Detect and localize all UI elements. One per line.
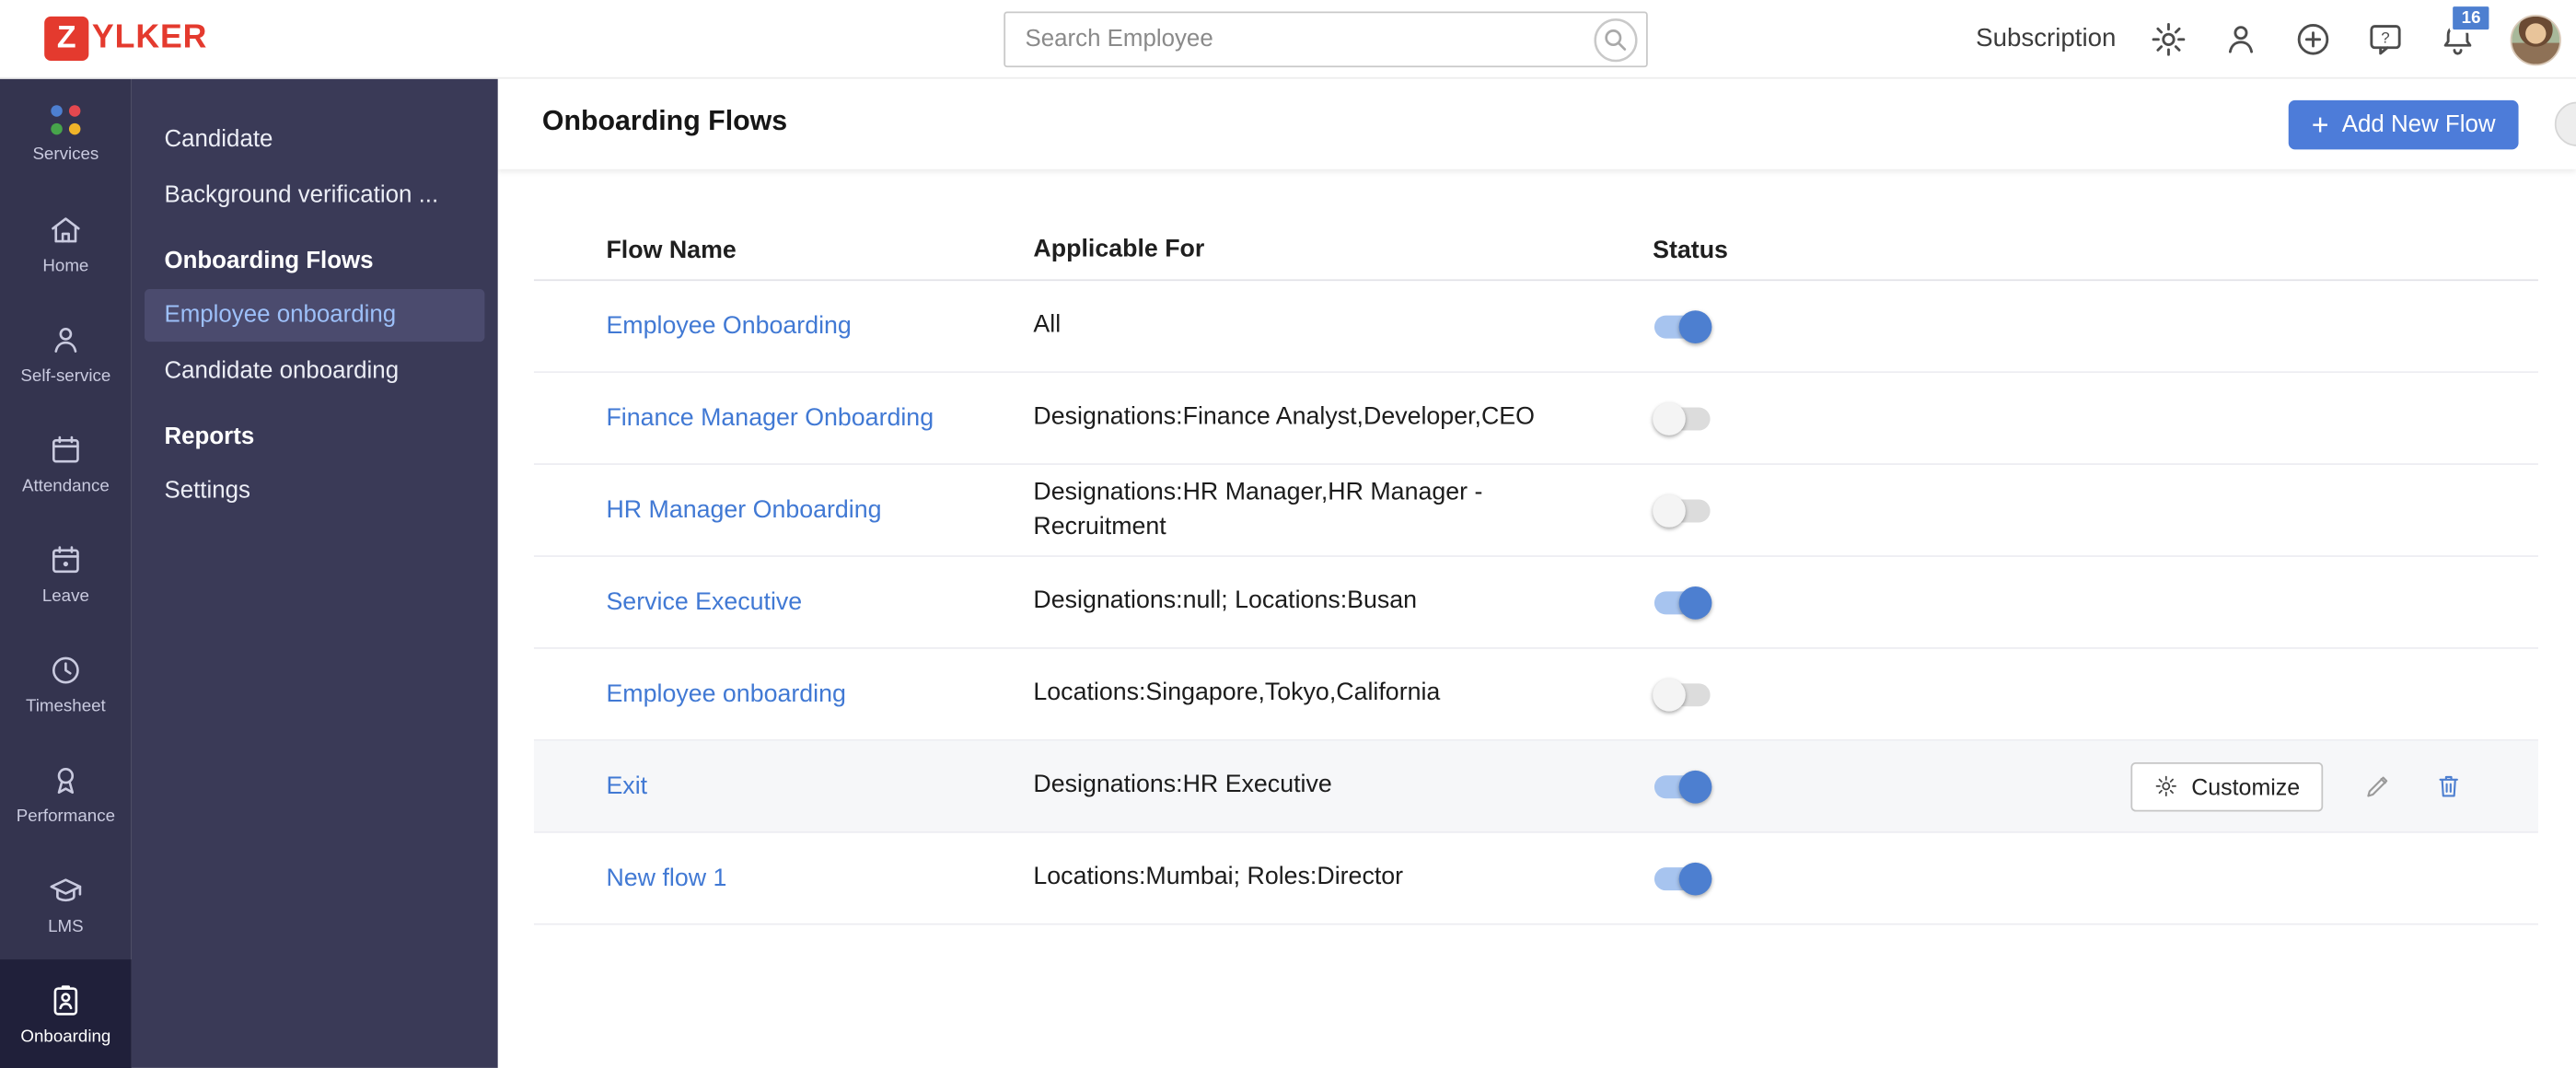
applicable-for-text: Designations:Finance Analyst,Developer,C… [1033,402,1535,432]
page-header-bar: Onboarding Flows + Add New Flow [497,78,2576,169]
sidebar-item-employee-onboarding[interactable]: Employee onboarding [145,289,485,342]
search-input[interactable] [1005,26,1594,53]
table-row[interactable]: Employee onboarding Locations:Singapore,… [533,649,2538,741]
rail-label: LMS [48,916,84,937]
applicable-for-text: Locations:Mumbai; Roles:Director [1033,863,1404,891]
rail-label: Onboarding [20,1027,111,1047]
status-toggle[interactable] [1653,586,1712,619]
subscription-link[interactable]: Subscription [1976,25,2116,54]
sidebar-item-candidate-onboarding[interactable]: Candidate onboarding [132,343,498,400]
settings-gear-icon[interactable] [2149,19,2188,59]
status-toggle[interactable] [1653,309,1712,343]
flow-link[interactable]: Finance Manager Onboarding [606,404,934,432]
delete-trash-icon[interactable] [2433,771,2465,802]
rail-item-onboarding[interactable]: Onboarding [0,959,132,1068]
sidebar-item-candidate[interactable]: Candidate [132,111,498,168]
flow-link[interactable]: New flow 1 [606,865,726,892]
medal-icon [57,768,75,795]
main-content: Onboarding Flows + Add New Flow Flow Nam… [497,78,2576,1068]
rail-label: Attendance [21,476,110,496]
rail-item-attendance[interactable]: Attendance [0,409,132,519]
add-new-flow-label: Add New Flow [2341,111,2496,138]
logo-text: YLKER [91,19,208,56]
home-icon [52,217,80,243]
top-header: Z YLKER Subscription ? [0,0,2576,79]
table-row[interactable]: Service Executive Designations:null; Loc… [533,557,2538,649]
flows-table: Flow Name Applicable For Status Employee… [533,222,2538,925]
clock-icon [52,656,79,684]
notification-count-badge: 16 [2450,3,2492,33]
applicable-for-text: Locations:Singapore,Tokyo,California [1033,679,1441,707]
user-account-icon[interactable] [2222,19,2261,59]
person-icon [54,327,77,353]
add-new-flow-button[interactable]: + Add New Flow [2288,99,2519,150]
sidebar-section-onboarding-flows: Onboarding Flows [164,248,374,275]
rail-label: Home [42,256,89,276]
rail-item-services[interactable]: Services [0,79,132,190]
help-question-icon[interactable]: ? [2366,19,2406,59]
sidebar-item-settings[interactable]: Settings [132,463,498,519]
rail-item-lms[interactable]: LMS [0,850,132,960]
status-toggle[interactable] [1653,770,1712,803]
flow-link[interactable]: HR Manager Onboarding [606,496,881,524]
header-actions: Subscription ? 16 [1976,0,2561,79]
sidebar-item-background-verification[interactable]: Background verification ... [132,168,498,224]
applicable-for-text: Designations:null; Locations:Busan [1033,586,1418,616]
status-toggle[interactable] [1653,678,1712,711]
page-title: Onboarding Flows [541,105,788,137]
app-window: Z YLKER Subscription ? [0,0,2576,1068]
onboarding-sidebar: Candidate Background verification ... On… [131,78,498,1068]
applicable-for-text: Designations:HR Executive [1033,771,1332,799]
primary-nav-rail: Services Home Self-service Attendance Le… [0,78,132,1068]
status-toggle[interactable] [1653,401,1712,435]
table-header-row: Flow Name Applicable For Status [533,222,2538,282]
logo-mark: Z [44,16,89,62]
customize-label: Customize [2191,772,2301,800]
rail-item-timesheet[interactable]: Timesheet [0,629,132,739]
employee-search [1004,11,1648,68]
calendar-dot-icon [52,546,79,574]
rail-label: Self-service [20,366,111,387]
flow-link[interactable]: Exit [606,772,647,800]
user-avatar[interactable] [2510,14,2561,65]
table-row[interactable]: Employee Onboarding All [533,281,2538,374]
search-icon[interactable] [1594,17,1638,62]
applicable-for-text: All [1033,310,1062,340]
customize-button[interactable]: Customize [2130,761,2324,811]
plus-icon: + [2311,108,2329,142]
flow-link[interactable]: Service Executive [606,588,802,616]
rail-item-self-service[interactable]: Self-service [0,299,132,410]
flow-link[interactable]: Employee Onboarding [606,312,851,340]
status-toggle[interactable] [1653,861,1712,895]
column-header-status: Status [1653,236,1728,265]
rail-label: Services [32,144,99,164]
add-plus-circle-icon[interactable] [2293,19,2333,59]
customize-gear-icon [2155,775,2176,797]
id-badge-icon [53,985,78,1016]
status-toggle[interactable] [1653,493,1712,527]
column-header-applicable-for: Applicable For [1033,235,1205,264]
rail-item-performance[interactable]: Performance [0,739,132,850]
graduation-cap-icon [50,878,82,902]
column-header-flow-name: Flow Name [606,236,737,265]
notifications-bell-icon[interactable]: 16 [2438,3,2492,59]
rail-label: Performance [16,807,115,827]
edit-pencil-icon[interactable] [2362,771,2394,802]
sidebar-section-reports[interactable]: Reports [132,400,498,464]
rail-item-leave[interactable]: Leave [0,519,132,630]
applicable-for-text: Designations:HR Manager,HR Manager - Rec… [1033,478,1483,540]
table-row[interactable]: New flow 1 Locations:Mumbai; Roles:Direc… [533,833,2538,925]
table-row[interactable]: HR Manager Onboarding Designations:HR Ma… [533,465,2538,557]
floating-help-icon[interactable] [2554,101,2576,146]
app-logo[interactable]: Z YLKER [44,16,208,62]
table-row[interactable]: Finance Manager Onboarding Designations:… [533,373,2538,465]
calendar-icon [52,435,79,463]
rail-label: Timesheet [25,696,106,717]
rail-label: Leave [41,586,89,607]
rail-item-home[interactable]: Home [0,189,132,299]
services-grid-icon [50,104,81,135]
svg-text:?: ? [2381,29,2389,46]
table-row[interactable]: Exit Designations:HR Executive Customize [533,740,2538,833]
flow-link[interactable]: Employee onboarding [606,680,845,708]
